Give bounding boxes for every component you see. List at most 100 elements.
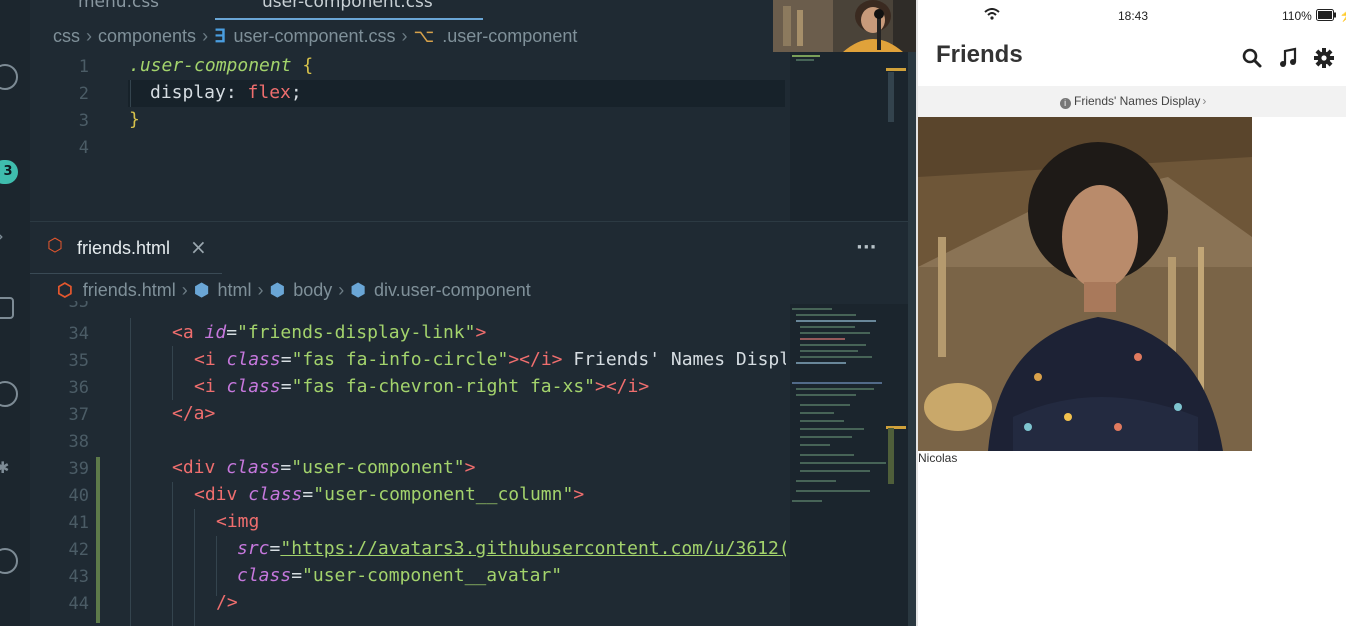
minimap-line	[800, 420, 844, 422]
minimap-line	[796, 320, 876, 322]
minimap-line	[800, 338, 845, 340]
minimap-line	[800, 326, 855, 328]
music-note-icon[interactable]	[1276, 46, 1300, 70]
editor-split-divider[interactable]	[30, 221, 908, 222]
element-icon: ⬢	[269, 280, 286, 300]
breadcrumb-css[interactable]: css	[53, 26, 80, 46]
minimap-line	[800, 356, 872, 358]
minimap-line	[800, 344, 866, 346]
breadcrumb-body[interactable]: body	[293, 280, 332, 300]
minimap-line	[792, 308, 832, 310]
phone-preview: 18:43 110% ⚡ Friends i Frien	[916, 0, 1346, 626]
minimap-line	[792, 500, 822, 502]
active-tab-indicator	[215, 18, 483, 20]
line-number: 4	[78, 138, 89, 158]
search-activity-icon[interactable]	[0, 64, 18, 90]
html-line-44[interactable]: />	[216, 592, 238, 613]
css-line-3[interactable]: }	[129, 109, 140, 130]
minimap-line	[800, 444, 830, 446]
html5-icon: ⬡	[57, 280, 73, 300]
run-activity-icon[interactable]: ›	[0, 224, 4, 248]
symbol-icon: ⌥	[413, 26, 435, 46]
indent-guide	[130, 80, 131, 107]
minimap-line	[792, 55, 820, 57]
scrollbar-thumb[interactable]	[888, 72, 894, 122]
app-title: Friends	[936, 41, 1023, 68]
html-line-35[interactable]: <i class="fas fa-info-circle"></i> Frien…	[194, 349, 786, 370]
minimap-line	[800, 454, 854, 456]
minimap-line	[792, 382, 882, 384]
scrollbar-marker	[886, 68, 906, 71]
close-icon[interactable]: ×	[190, 235, 207, 259]
line-number: 1	[78, 57, 89, 77]
minimap-line	[796, 388, 874, 390]
line-number: 35	[68, 301, 89, 311]
gear-icon[interactable]	[1312, 46, 1336, 70]
html-line-43[interactable]: class="user-component__avatar"	[237, 565, 562, 586]
info-link-label: Friends' Names Display	[1074, 94, 1201, 108]
css-line-1[interactable]: .user-component {	[129, 55, 313, 76]
info-circle-icon: i	[1059, 98, 1071, 109]
charging-icon: ⚡	[1339, 7, 1346, 23]
html-breadcrumb: ⬡ friends.html › ⬢ html › ⬢ body › ⬢ div.user-comp…	[57, 280, 531, 300]
html-line-40[interactable]: <div class="user-component__column">	[194, 484, 584, 505]
pane-divider[interactable]	[908, 0, 916, 626]
status-bar: 18:43 110% ⚡	[918, 0, 1346, 32]
breadcrumb-div[interactable]: div.user-component	[374, 280, 531, 300]
minimap-line	[796, 394, 856, 396]
minimap-line	[800, 404, 850, 406]
html-file-icon: ⬡	[47, 235, 63, 256]
html-line-42[interactable]: src="https://avatars3.githubusercontent.…	[237, 538, 786, 559]
minimap-line	[800, 332, 870, 334]
breadcrumb-html-file[interactable]: friends.html	[83, 280, 176, 300]
friend-name: Nicolas	[918, 451, 958, 465]
battery-icon	[1316, 9, 1336, 21]
breadcrumb-selector[interactable]: .user-component	[442, 26, 577, 46]
tab-menu-css[interactable]: menu.css	[78, 0, 159, 12]
wifi-icon	[984, 8, 1000, 20]
minimap-line	[796, 362, 846, 364]
minimap-line	[800, 412, 834, 414]
line-number: 3	[78, 111, 89, 131]
minimap-line	[796, 59, 814, 61]
tab-user-component-css[interactable]: user-component.css	[262, 0, 433, 12]
css-breadcrumb: css › components › ∃ user-component.css › ⌥ .use…	[53, 26, 578, 46]
element-icon: ⬢	[193, 280, 210, 300]
minimap-line	[800, 436, 852, 438]
more-actions-icon[interactable]: ···	[856, 237, 877, 258]
html-tab-bar: ⬡ friends.html × ···	[30, 229, 908, 274]
line-number: 2	[78, 84, 89, 104]
css-line-2[interactable]: display: flex;	[150, 82, 302, 103]
html-line-41[interactable]: <img	[216, 511, 259, 532]
html-line-36[interactable]: <i class="fas fa-chevron-right fa-xs"></…	[194, 376, 649, 397]
status-time: 18:43	[1118, 9, 1149, 23]
avatar-image	[918, 117, 1252, 451]
tab-friends-html[interactable]: ⬡ friends.html ×	[30, 229, 222, 274]
minimap-line	[796, 480, 836, 482]
html-code-area[interactable]: <a id="friends-display-link"> <i class="…	[0, 318, 786, 626]
battery-percent: 110%	[1282, 9, 1312, 23]
extensions-activity-icon[interactable]	[0, 297, 14, 319]
scrollbar-thumb[interactable]	[888, 428, 894, 484]
friends-display-link[interactable]: i Friends' Names Display ›	[918, 86, 1346, 117]
minimap-line	[800, 462, 886, 464]
search-icon[interactable]	[1240, 46, 1264, 70]
tab-label: friends.html	[77, 238, 171, 258]
html-line-37[interactable]: </a>	[172, 403, 215, 424]
css-file-icon: ∃	[214, 26, 226, 46]
element-icon: ⬢	[350, 280, 366, 300]
breadcrumb-css-file[interactable]: user-component.css	[233, 26, 395, 46]
html-line-34[interactable]: <a id="friends-display-link">	[172, 322, 486, 343]
minimap-line	[800, 470, 870, 472]
minimap-line	[796, 314, 856, 316]
html-line-39[interactable]: <div class="user-component">	[172, 457, 475, 478]
breadcrumb-html[interactable]: html	[217, 280, 251, 300]
breadcrumb-components[interactable]: components	[98, 26, 196, 46]
minimap-line	[796, 490, 870, 492]
minimap-line	[800, 350, 858, 352]
source-control-badge[interactable]: 3	[0, 160, 18, 184]
code-editor: 3 › ✱ menu.css user-component.css css›co…	[0, 0, 914, 626]
minimap-line	[800, 428, 864, 430]
app-bar: Friends	[918, 32, 1346, 86]
friend-avatar	[918, 117, 1252, 451]
